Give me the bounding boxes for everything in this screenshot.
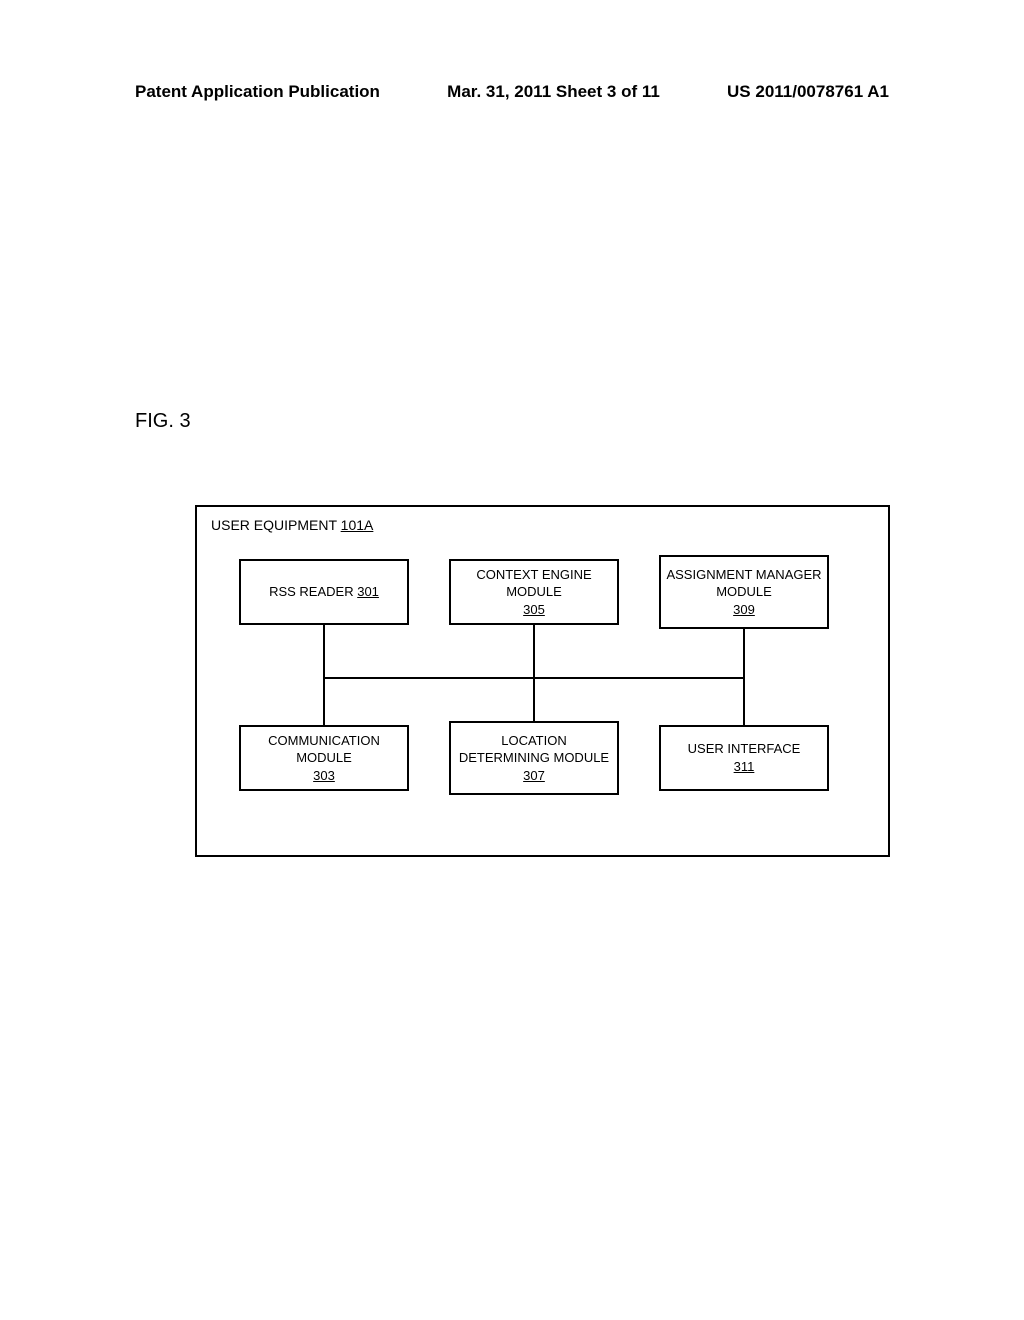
connector-line [743,677,745,725]
module-label: USER INTERFACE [688,740,801,758]
container-title-ref: 101A [341,517,374,533]
module-label: CONTEXT ENGINE MODULE [455,566,613,601]
connector-line [323,625,325,679]
connector-line [533,625,535,679]
module-ref: 305 [523,601,545,619]
header-publication: Patent Application Publication [135,82,380,102]
module-context-engine: CONTEXT ENGINE MODULE 305 [449,559,619,625]
module-assignment-manager: ASSIGNMENT MANAGER MODULE 309 [659,555,829,629]
module-label: LOCATION DETERMINING MODULE [455,732,613,767]
connector-line [323,677,325,725]
module-rss-reader: RSS READER 301 [239,559,409,625]
module-label: COMMUNICATION MODULE [245,732,403,767]
header-date-sheet: Mar. 31, 2011 Sheet 3 of 11 [447,82,660,102]
page-header: Patent Application Publication Mar. 31, … [0,82,1024,102]
figure-label: FIG. 3 [135,410,191,433]
module-ref: 303 [313,767,335,785]
module-location-determining: LOCATION DETERMINING MODULE 307 [449,721,619,795]
connector-line [533,677,535,721]
module-label: RSS READER [269,584,354,599]
module-ref: 309 [733,601,755,619]
header-pub-number: US 2011/0078761 A1 [727,82,889,102]
module-ref: 301 [357,584,379,599]
container-title-text: USER EQUIPMENT [211,517,337,533]
connector-line [743,629,745,679]
module-ref: 311 [734,758,755,776]
container-title: USER EQUIPMENT 101A [211,517,373,533]
user-equipment-container: USER EQUIPMENT 101A RSS READER 301 CONTE… [195,505,890,857]
module-user-interface: USER INTERFACE 311 [659,725,829,791]
module-ref: 307 [523,767,545,785]
module-communication: COMMUNICATION MODULE 303 [239,725,409,791]
module-label: ASSIGNMENT MANAGER MODULE [665,566,823,601]
